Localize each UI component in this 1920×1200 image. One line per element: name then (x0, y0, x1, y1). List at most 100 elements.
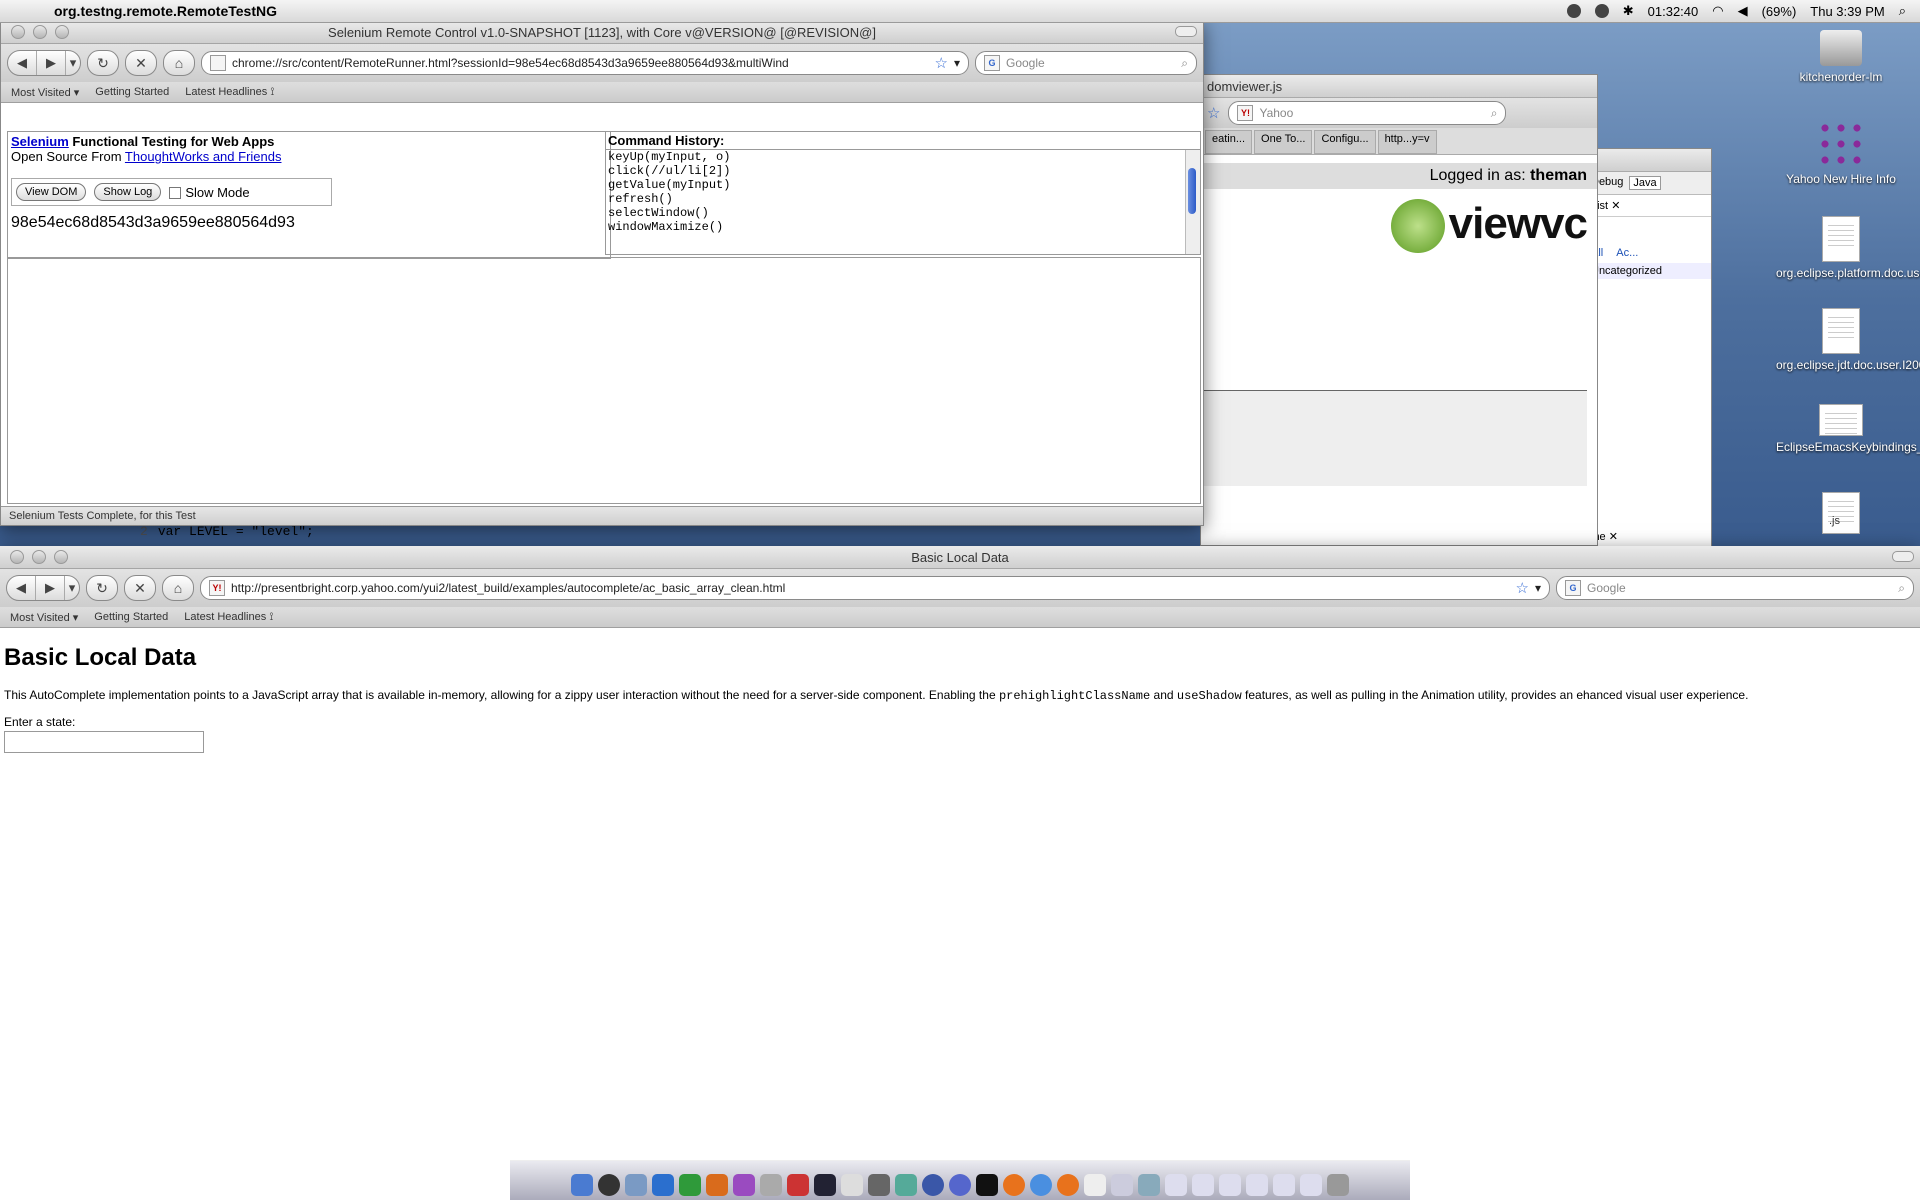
desktop-icon-yahoo[interactable]: Yahoo New Hire Info (1776, 120, 1906, 186)
google-icon[interactable]: G (1565, 580, 1581, 596)
code-text[interactable]: var LEVEL = "level"; (158, 524, 314, 539)
search-icon[interactable]: ⌕ (1491, 106, 1498, 121)
time-machine-icon[interactable] (1594, 4, 1609, 18)
wifi-icon[interactable]: ◠ (1712, 3, 1723, 19)
slow-mode-checkbox[interactable]: Slow Mode (169, 185, 250, 200)
ipass-icon[interactable] (787, 1174, 809, 1196)
view-dom-button[interactable]: View DOM (16, 183, 87, 201)
thoughtworks-link[interactable]: ThoughtWorks and Friends (125, 149, 282, 164)
close-button[interactable] (10, 550, 24, 564)
bookmark-star-icon[interactable]: ☆ (1516, 579, 1529, 597)
filter-activate-link[interactable]: Ac... (1616, 247, 1638, 259)
battery-status[interactable]: (69%) (1762, 4, 1797, 19)
clock[interactable]: Thu 3:39 PM (1810, 4, 1884, 19)
command-history-list[interactable]: keyUp(myInput, o) click(//ul/li[2]) getV… (606, 150, 1184, 254)
desktop-icon-pdf1[interactable]: org.eclipse.platform.doc.user.I2...1435.… (1776, 216, 1920, 280)
checkbox-icon[interactable] (169, 187, 182, 200)
firefox-icon[interactable] (1003, 1174, 1025, 1196)
firefox-icon[interactable] (1057, 1174, 1079, 1196)
search-icon[interactable]: ⌕ (1181, 56, 1188, 71)
back-icon[interactable]: ◀ (8, 51, 36, 75)
bookmark-star-icon[interactable]: ☆ (1207, 104, 1220, 122)
history-dropdown-icon[interactable]: ▾ (64, 576, 79, 600)
forward-icon[interactable]: ▶ (36, 51, 65, 75)
window-thumbnail-icon[interactable] (1165, 1174, 1187, 1196)
back-icon[interactable]: ◀ (7, 576, 35, 600)
spotlight-icon[interactable]: ⌕ (1899, 3, 1906, 19)
desktop-icon-js[interactable]: .js (1776, 492, 1906, 538)
document-icon[interactable] (1111, 1174, 1133, 1196)
toolbar-toggle-button[interactable] (1175, 26, 1197, 37)
mail-icon[interactable] (625, 1174, 647, 1196)
window-thumbnail-icon[interactable] (1300, 1174, 1322, 1196)
powerpoint-icon[interactable] (706, 1174, 728, 1196)
state-input[interactable] (4, 731, 204, 753)
close-icon[interactable]: ✕ (1611, 200, 1620, 212)
folder-icon[interactable] (1138, 1174, 1160, 1196)
zoom-button[interactable] (54, 550, 68, 564)
system-icon[interactable] (868, 1174, 890, 1196)
logged-in-user[interactable]: theman (1530, 167, 1587, 184)
window-thumbnail-icon[interactable] (1192, 1174, 1214, 1196)
command-history-scrollbar[interactable] (1185, 150, 1200, 254)
bluetooth-icon[interactable]: ✱ (1623, 3, 1634, 19)
browser-tab[interactable]: eatin... (1205, 130, 1253, 154)
home-icon[interactable]: ⌂ (163, 50, 195, 76)
window-thumbnail-icon[interactable] (1273, 1174, 1295, 1196)
timer-readout[interactable]: 01:32:40 (1648, 4, 1699, 19)
search-field[interactable]: G Google ⌕ (1556, 576, 1914, 600)
zoom-button[interactable] (55, 25, 69, 39)
viewvc-logo[interactable]: viewvc (1201, 189, 1597, 254)
uncategorized-row[interactable]: Uncategorized (1587, 263, 1711, 279)
word-icon[interactable] (652, 1174, 674, 1196)
browser-tab[interactable]: Configu... (1314, 130, 1376, 154)
selenium-link[interactable]: Selenium (11, 134, 69, 149)
bookmark-most-visited[interactable]: Most Visited ▾ (10, 611, 78, 624)
window-thumbnail-icon[interactable] (1246, 1174, 1268, 1196)
cisco-icon[interactable] (841, 1174, 863, 1196)
minimize-button[interactable] (32, 550, 46, 564)
stop-icon[interactable]: ✕ (124, 575, 156, 601)
bookmark-star-icon[interactable]: ☆ (935, 54, 948, 72)
java-tab[interactable]: Java (1629, 176, 1661, 190)
url-dropdown-icon[interactable]: ▾ (954, 56, 960, 70)
show-log-button[interactable]: Show Log (94, 183, 162, 201)
app-icon[interactable] (949, 1174, 971, 1196)
stop-icon[interactable]: ✕ (125, 50, 157, 76)
search-field[interactable]: G Google ⌕ (975, 51, 1197, 75)
desktop-icon-pdf3[interactable]: EclipseEmacsKeybindings_3_1.pdf (1776, 404, 1920, 454)
close-button[interactable] (11, 25, 25, 39)
scroll-thumb[interactable] (1188, 168, 1196, 214)
toolbar-toggle-button[interactable] (1892, 551, 1914, 562)
excel-icon[interactable] (679, 1174, 701, 1196)
bookmark-getting-started[interactable]: Getting Started (94, 611, 168, 623)
app-name[interactable]: org.testng.remote.RemoteTestNG (54, 3, 277, 19)
browser-tab[interactable]: http...y=v (1377, 130, 1437, 154)
reload-icon[interactable]: ↻ (86, 575, 118, 601)
document-icon[interactable] (1084, 1174, 1106, 1196)
finder-icon[interactable] (571, 1174, 593, 1196)
dashboard-icon[interactable] (598, 1174, 620, 1196)
window-thumbnail-icon[interactable] (1219, 1174, 1241, 1196)
url-dropdown-icon[interactable]: ▾ (1535, 581, 1541, 595)
bookmark-getting-started[interactable]: Getting Started (95, 86, 169, 98)
yahoo-search-field[interactable]: Y! Yahoo ⌕ (1228, 101, 1507, 125)
preview-icon[interactable] (760, 1174, 782, 1196)
search-icon[interactable]: ⌕ (1898, 581, 1905, 596)
home-icon[interactable]: ⌂ (162, 575, 194, 601)
bookmark-latest-headlines[interactable]: Latest Headlines ⟟ (184, 611, 273, 624)
reload-icon[interactable]: ↻ (87, 50, 119, 76)
desktop-icon-drive[interactable]: kitchenorder-lm (1776, 30, 1906, 84)
titlebar[interactable]: Selenium Remote Control v1.0-SNAPSHOT [1… (1, 21, 1203, 44)
desktop-icon-pdf2[interactable]: org.eclipse.jdt.doc.user.I2005...1435.pd… (1776, 308, 1920, 372)
forward-icon[interactable]: ▶ (35, 576, 64, 600)
close-icon[interactable]: ✕ (1609, 531, 1618, 543)
eclipse-icon[interactable] (922, 1174, 944, 1196)
entourage-icon[interactable] (733, 1174, 755, 1196)
titlebar[interactable]: Basic Local Data (0, 546, 1920, 569)
minimize-button[interactable] (33, 25, 47, 39)
adium-icon[interactable] (895, 1174, 917, 1196)
volume-icon[interactable]: ◀ (1738, 3, 1748, 19)
address-bar[interactable]: Y! http://presentbright.corp.yahoo.com/y… (200, 576, 1550, 600)
history-dropdown-icon[interactable]: ▾ (65, 51, 80, 75)
